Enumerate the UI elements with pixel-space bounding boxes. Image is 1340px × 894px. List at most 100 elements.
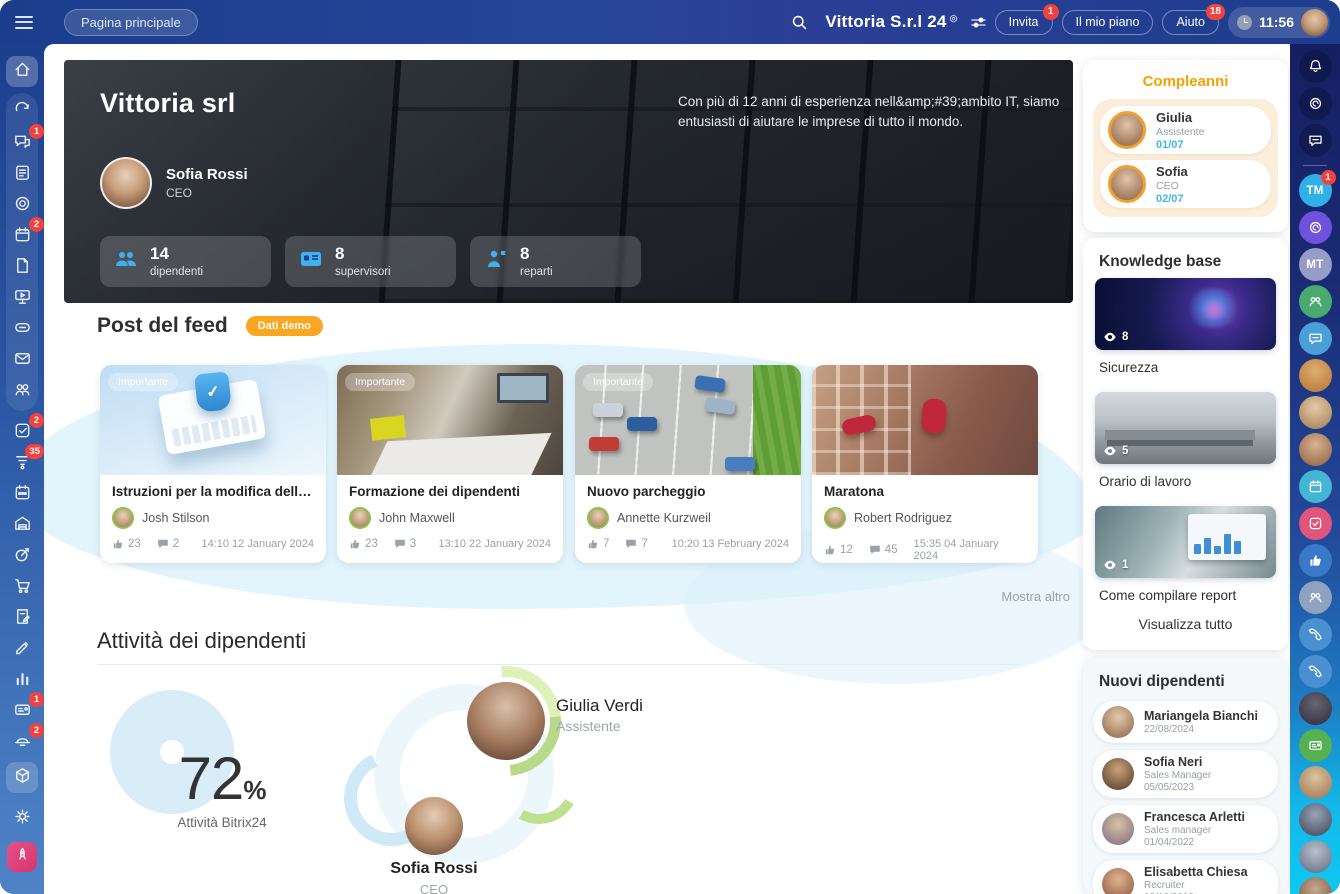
author-name[interactable]: Annette Kurzweil	[617, 511, 711, 525]
stat-supervisors[interactable]: 8supervisori	[285, 236, 456, 287]
sidebar-item-chat[interactable]: 1	[6, 128, 38, 159]
chat-avatar-photo-4[interactable]	[1299, 692, 1332, 725]
menu-icon[interactable]	[15, 16, 33, 29]
chat-avatar-copilot[interactable]	[1299, 211, 1332, 244]
sidebar-item-whiteboard[interactable]	[6, 283, 38, 314]
chat-avatar-mt[interactable]: MT	[1299, 248, 1332, 281]
feed-post[interactable]: Importante Nuovo parcheggio Annette Kurz…	[575, 365, 801, 563]
sidebar-item-sign[interactable]	[6, 634, 38, 665]
employee-list-item[interactable]: Francesca ArlettiSales manager01/04/2022	[1093, 805, 1278, 853]
chat-avatar-group-2[interactable]	[1299, 581, 1332, 614]
feed-post[interactable]: Importante ✓ Istruzioni per la modifica …	[100, 365, 326, 563]
sidebar-item-marketing[interactable]	[6, 541, 38, 572]
tune-icon[interactable]	[971, 15, 986, 30]
birthday-item[interactable]: Giulia Assistente 01/07	[1100, 106, 1271, 154]
main-page-button[interactable]: Pagina principale	[64, 9, 198, 36]
post-title[interactable]: Formazione dei dipendenti	[349, 484, 551, 499]
employee-list-item[interactable]: Sofia NeriSales Manager05/05/2023	[1093, 750, 1278, 798]
search-icon[interactable]	[791, 14, 808, 31]
ceo-avatar[interactable]	[100, 157, 152, 209]
author-avatar[interactable]	[824, 507, 846, 529]
birthday-item[interactable]: Sofia CEO 02/07	[1100, 160, 1271, 208]
comments-count[interactable]: 45	[869, 544, 898, 556]
post-title[interactable]: Istruzioni per la modifica della passw..…	[112, 484, 314, 499]
employee-avatar-sofia[interactable]	[405, 797, 463, 855]
author-avatar[interactable]	[587, 507, 609, 529]
chat-avatar-photo-2[interactable]	[1299, 396, 1332, 429]
copilot-icon[interactable]	[1299, 87, 1332, 120]
help-button[interactable]: Aiuto 18	[1162, 10, 1219, 35]
chat-avatar-photo-1[interactable]	[1299, 359, 1332, 392]
stat-departments[interactable]: 8reparti	[470, 236, 641, 287]
my-plan-button[interactable]: Il mio piano	[1062, 10, 1154, 35]
kb-item-work-hours[interactable]: 5 Orario di lavoro	[1095, 392, 1276, 489]
author-name[interactable]: Robert Rodriguez	[854, 511, 952, 525]
sidebar-item-market[interactable]	[6, 762, 38, 793]
show-more-link[interactable]: Mostra altro	[920, 589, 1070, 604]
chat-avatar-channel-blue[interactable]	[1299, 322, 1332, 355]
chat-avatar-likes[interactable]	[1299, 544, 1332, 577]
stat-employees[interactable]: 14dipendenti	[100, 236, 271, 287]
employee-list-item[interactable]: Mariangela Bianchi22/08/2024	[1093, 701, 1278, 743]
chat-avatar-group-green[interactable]	[1299, 285, 1332, 318]
chat-avatar-calendar[interactable]	[1299, 470, 1332, 503]
post-title[interactable]: Maratona	[824, 484, 1026, 499]
comments-count[interactable]: 3	[394, 538, 416, 550]
sidebar-item-warehouse[interactable]	[6, 510, 38, 541]
messenger-icon[interactable]	[1299, 124, 1332, 157]
employee-avatar-giulia[interactable]	[467, 682, 545, 760]
sidebar-item-updates[interactable]	[6, 97, 38, 128]
employee-name[interactable]: Sofia Rossi	[374, 860, 494, 878]
notifications-bell-icon[interactable]	[1299, 50, 1332, 83]
user-avatar[interactable]	[1301, 9, 1328, 36]
chat-avatar-tasks[interactable]	[1299, 507, 1332, 540]
chat-avatar-card-green[interactable]	[1299, 729, 1332, 762]
view-all-link[interactable]: Visualizza tutto	[1083, 616, 1288, 632]
author-avatar[interactable]	[349, 507, 371, 529]
kb-item-reports[interactable]: 1 Come compilare report	[1095, 506, 1276, 603]
time-widget[interactable]: 11:56	[1228, 7, 1330, 38]
chat-avatar-phone-1[interactable]	[1299, 618, 1332, 651]
sidebar-item-feed[interactable]	[6, 159, 38, 190]
chat-avatar-photo-3[interactable]	[1299, 433, 1332, 466]
likes-count[interactable]: 23	[112, 538, 141, 550]
chat-avatar-photo-7[interactable]	[1299, 840, 1332, 873]
sidebar-item-crm[interactable]: 35	[6, 448, 38, 479]
kb-image: 1	[1095, 506, 1276, 578]
feed-post[interactable]: Maratona Robert Rodriguez 12 45 15:35 04…	[812, 365, 1038, 563]
settings-button[interactable]	[6, 803, 38, 834]
chat-avatar-photo-6[interactable]	[1299, 803, 1332, 836]
sidebar-item-mail[interactable]	[6, 345, 38, 376]
sidebar-item-employees[interactable]	[6, 376, 38, 407]
employee-list-item[interactable]: Elisabetta ChiesaRecruiter18/10/2019	[1093, 860, 1278, 894]
likes-count[interactable]: 7	[587, 538, 609, 550]
post-title[interactable]: Nuovo parcheggio	[587, 484, 789, 499]
sidebar-item-sales[interactable]: 2	[6, 727, 38, 758]
sidebar-item-shop[interactable]	[6, 572, 38, 603]
sidebar-item-automation[interactable]	[6, 479, 38, 510]
sidebar-item-workgroups[interactable]	[6, 190, 38, 221]
author-name[interactable]: Josh Stilson	[142, 511, 209, 525]
invite-button[interactable]: Invita 1	[995, 10, 1053, 35]
sidebar-item-drive[interactable]	[6, 314, 38, 345]
sidebar-item-calendar[interactable]: 2	[6, 221, 38, 252]
author-avatar[interactable]	[112, 507, 134, 529]
kb-item-security[interactable]: 8 Sicurezza	[1095, 278, 1276, 375]
comments-count[interactable]: 2	[157, 538, 179, 550]
sidebar-item-home[interactable]	[6, 56, 38, 87]
employee-name[interactable]: Giulia Verdi	[556, 696, 643, 716]
partner-program-button[interactable]	[7, 842, 37, 872]
chat-avatar-tm[interactable]: TM1	[1299, 174, 1332, 207]
likes-count[interactable]: 12	[824, 544, 853, 556]
feed-post[interactable]: Importante Formazione dei dipendenti Joh…	[337, 365, 563, 563]
sidebar-item-sign-docs[interactable]	[6, 603, 38, 634]
sidebar-item-docs[interactable]	[6, 252, 38, 283]
chat-avatar-phone-2[interactable]	[1299, 655, 1332, 688]
likes-count[interactable]: 23	[349, 538, 378, 550]
chat-avatar-photo-8[interactable]	[1299, 877, 1332, 894]
sidebar-item-connect[interactable]: 1	[6, 696, 38, 727]
author-name[interactable]: John Maxwell	[379, 511, 455, 525]
sidebar-item-analytics[interactable]	[6, 665, 38, 696]
chat-avatar-photo-5[interactable]	[1299, 766, 1332, 799]
comments-count[interactable]: 7	[625, 538, 647, 550]
